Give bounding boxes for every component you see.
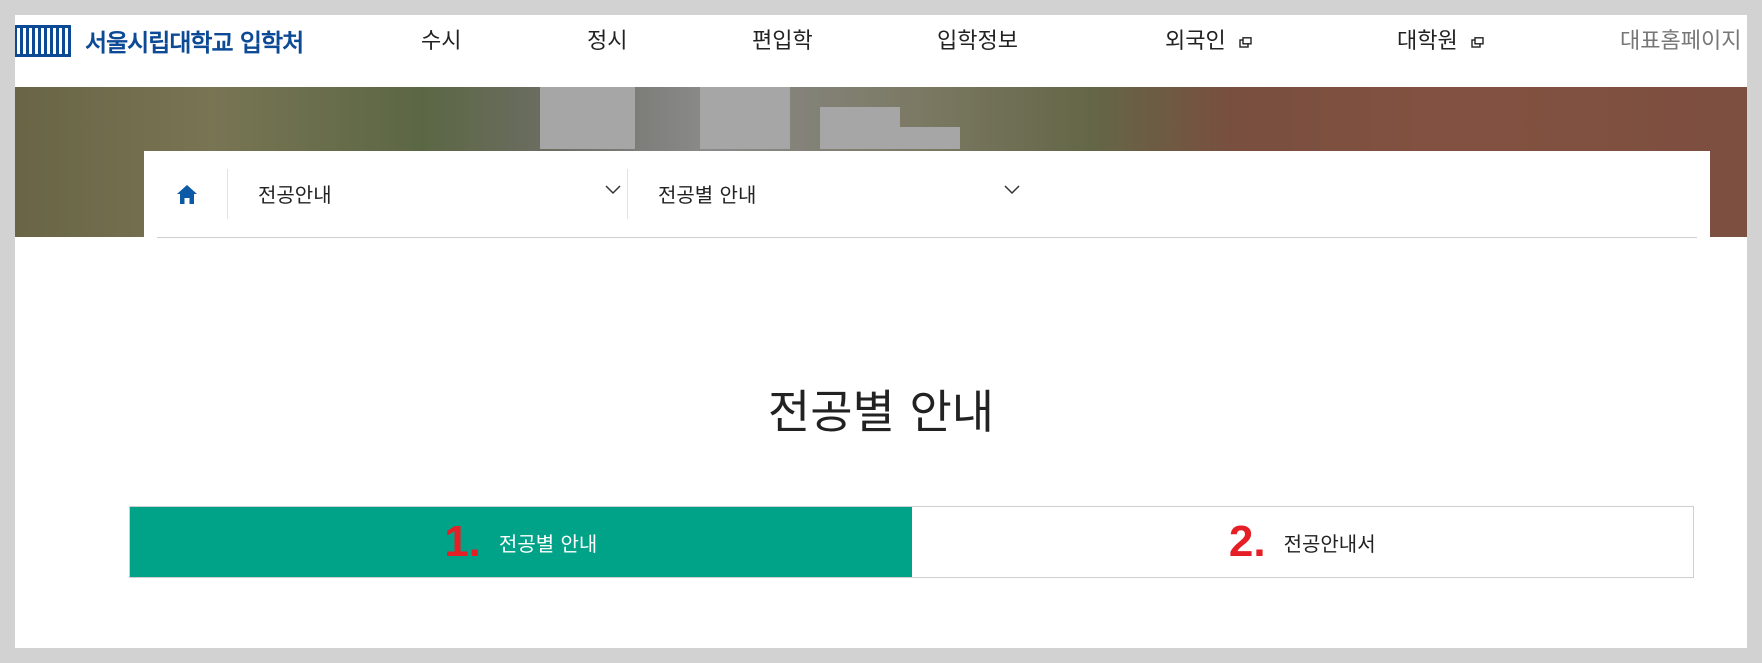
breadcrumb-depth1-select[interactable]: 전공안내: [258, 179, 332, 208]
nav-label: 편입학: [752, 29, 813, 54]
annotation-number: 2.: [1228, 517, 1266, 566]
site-logo[interactable]: 서울시립대학교 입학처: [15, 23, 304, 58]
annotation-number: 1.: [444, 517, 481, 566]
site-header: 서울시립대학교 입학처 수시 정시 편입학 입학정보 외국인 대학원 대표홈페이…: [15, 15, 1747, 87]
breadcrumb-underline: [157, 237, 1697, 238]
nav-item-susi[interactable]: 수시: [421, 23, 461, 55]
home-icon[interactable]: [172, 179, 202, 209]
nav-item-transfer[interactable]: 편입학: [752, 23, 813, 55]
university-logo-icon: [15, 24, 71, 57]
logo-text: 서울시립대학교 입학처: [85, 29, 304, 57]
breadcrumb-depth2-select[interactable]: 전공별 안내: [658, 179, 756, 208]
chevron-down-icon[interactable]: [1004, 185, 1020, 195]
nav-label: 정시: [587, 29, 628, 54]
nav-item-admission-info[interactable]: 입학정보: [937, 23, 1018, 55]
nav-label: 수시: [421, 29, 462, 54]
breadcrumb: 전공안내 전공별 안내: [144, 151, 1710, 238]
main-homepage-link[interactable]: 대표홈페이지: [1620, 23, 1741, 55]
external-link-icon: [1471, 36, 1484, 48]
external-link-icon: [1239, 36, 1252, 48]
breadcrumb-divider: [227, 169, 228, 219]
nav-item-graduate-school[interactable]: 대학원: [1397, 23, 1484, 55]
nav-label: 외국인: [1165, 29, 1226, 54]
breadcrumb-label: 전공안내: [258, 183, 332, 207]
nav-label: 대표홈페이지: [1620, 29, 1742, 54]
tab-major-brochure[interactable]: 2. 전공안내서: [911, 507, 1693, 577]
breadcrumb-divider: [627, 169, 628, 219]
nav-item-jeongsi[interactable]: 정시: [587, 23, 627, 55]
nav-item-foreigner[interactable]: 외국인: [1165, 23, 1252, 55]
tab-major-guide[interactable]: 1. 전공별 안내: [130, 507, 912, 577]
page-title: 전공별 안내: [767, 384, 995, 439]
tab-label: 전공별 안내: [498, 531, 598, 556]
breadcrumb-label: 전공별 안내: [658, 183, 757, 207]
page-frame: 서울시립대학교 입학처 수시 정시 편입학 입학정보 외국인 대학원 대표홈페이…: [15, 15, 1747, 648]
content-tabs: 1. 전공별 안내 2. 전공안내서: [129, 506, 1694, 578]
nav-label: 대학원: [1397, 29, 1458, 54]
tab-label: 전공안내서: [1283, 531, 1376, 556]
nav-label: 입학정보: [937, 29, 1018, 54]
chevron-down-icon[interactable]: [605, 185, 621, 195]
